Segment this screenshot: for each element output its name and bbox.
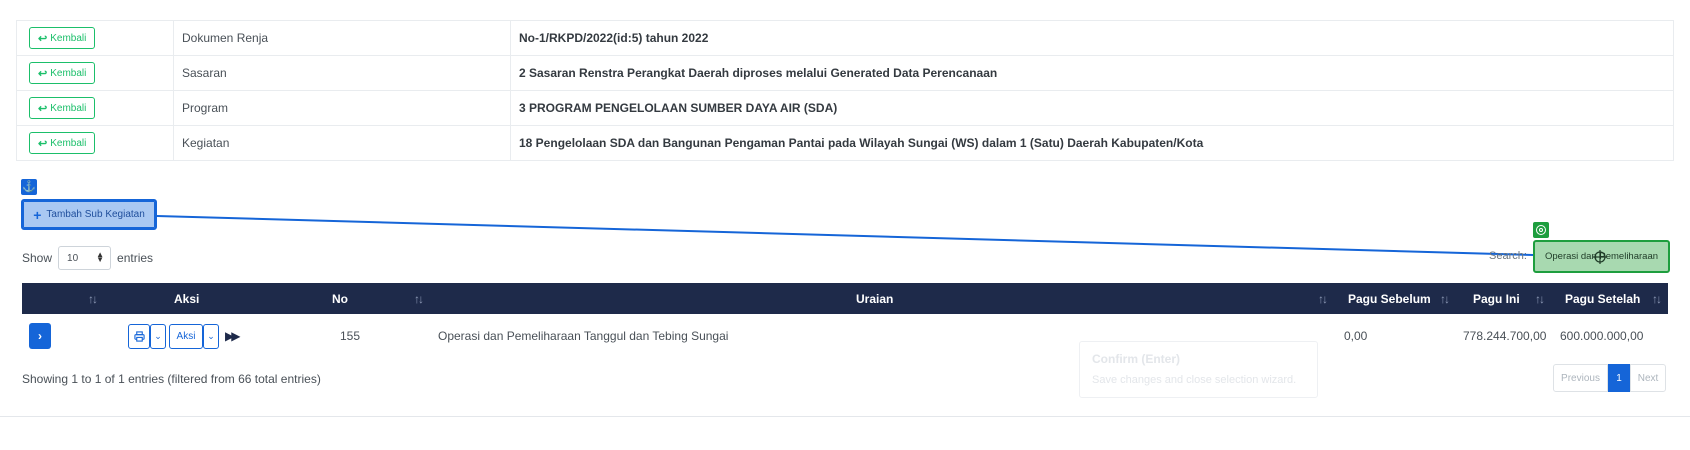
column-header-aksi: Aksi — [174, 291, 200, 306]
info-row-program: ↩ Kembali Program 3 PROGRAM PENGELOLAAN … — [16, 90, 1674, 126]
reply-arrow-icon: ↩ — [38, 32, 48, 45]
next-page-button[interactable]: Next — [1630, 364, 1666, 392]
chevron-right-icon: › — [38, 329, 42, 343]
info-label: Kegiatan — [173, 125, 511, 161]
table-row: › ⌄ Aksi ⌄ ▶▶ 155 Operasi dan Pemelihara… — [22, 318, 1668, 356]
length-suffix: entries — [117, 251, 154, 265]
kembali-button[interactable]: ↩ Kembali — [29, 97, 96, 119]
info-label: Dokumen Renja — [173, 20, 511, 56]
expand-row-button[interactable]: › — [29, 323, 51, 349]
printer-icon — [133, 330, 145, 342]
column-header-no[interactable]: No — [332, 283, 348, 314]
sort-arrows-icon[interactable]: ↑↓ — [1535, 283, 1545, 314]
length-prefix: Show — [22, 251, 53, 265]
kembali-label: Kembali — [50, 137, 87, 149]
info-row-sasaran: ↩ Kembali Sasaran 2 Sasaran Renstra Pera… — [16, 55, 1674, 91]
kembali-button[interactable]: ↩ Kembali — [29, 27, 96, 49]
info-table: ↩ Kembali Dokumen Renja No-1/RKPD/2022(i… — [16, 20, 1674, 161]
column-header-pagu-sebelum[interactable]: Pagu Sebelum — [1348, 283, 1431, 314]
print-dropdown-button[interactable]: ⌄ — [150, 323, 166, 349]
cell-uraian: Operasi dan Pemeliharaan Tanggul dan Teb… — [438, 329, 729, 343]
sort-arrows-icon[interactable]: ↑↓ — [88, 283, 98, 314]
tooltip-title: Confirm (Enter) — [1092, 352, 1180, 366]
kembali-button[interactable]: ↩ Kembali — [29, 62, 96, 84]
tambah-sub-kegiatan-button[interactable]: + Tambah Sub Kegiatan — [21, 199, 157, 230]
aksi-dropdown-button[interactable]: ⌄ — [203, 323, 219, 349]
reply-arrow-icon: ↩ — [38, 137, 48, 150]
tambah-sub-kegiatan-label: Tambah Sub Kegiatan — [46, 209, 145, 220]
anchor-icon: ⚓ — [21, 179, 37, 195]
column-header-uraian[interactable]: Uraian — [856, 283, 893, 314]
entries-per-page-select[interactable]: 10 ▲ ▼ — [58, 246, 112, 270]
column-header-pagu-setelah[interactable]: Pagu Setelah — [1565, 283, 1640, 314]
column-header-pagu-ini[interactable]: Pagu Ini — [1473, 283, 1520, 314]
cell-pagu-setelah: 600.000.000,00 — [1560, 329, 1644, 343]
info-row-kegiatan: ↩ Kembali Kegiatan 18 Pengelolaan SDA da… — [16, 125, 1674, 161]
cell-pagu-sebelum: 0,00 — [1344, 329, 1368, 343]
entries-per-page-value: 10 — [67, 252, 79, 264]
kembali-label: Kembali — [50, 67, 87, 79]
info-value: No-1/RKPD/2022(id:5) tahun 2022 — [510, 20, 1674, 56]
cell-no: 155 — [340, 329, 361, 343]
aksi-button[interactable]: Aksi — [169, 323, 203, 349]
kembali-label: Kembali — [50, 102, 87, 114]
chevron-down-icon: ⌄ — [207, 330, 215, 341]
select-arrows-icon: ▲ ▼ — [96, 250, 105, 264]
info-value: 3 PROGRAM PENGELOLAAN SUMBER DAYA AIR (S… — [510, 90, 1674, 126]
reply-arrow-icon: ↩ — [38, 67, 48, 80]
crosshair-icon — [1593, 250, 1607, 264]
tooltip-text: Save changes and close selection wizard. — [1092, 374, 1297, 386]
chevron-down-icon: ⌄ — [154, 330, 162, 341]
sort-arrows-icon[interactable]: ↑↓ — [414, 283, 424, 314]
pagination: Previous 1 Next — [1553, 364, 1666, 392]
info-label: Sasaran — [173, 55, 511, 91]
table-info: Showing 1 to 1 of 1 entries (filtered fr… — [22, 372, 321, 386]
fast-forward-icon[interactable]: ▶▶ — [225, 329, 241, 343]
kembali-label: Kembali — [50, 32, 87, 44]
sort-arrows-icon[interactable]: ↑↓ — [1652, 283, 1662, 314]
kembali-button[interactable]: ↩ Kembali — [29, 132, 96, 154]
divider — [0, 416, 1690, 417]
print-button[interactable] — [128, 323, 150, 349]
cell-pagu-ini: 778.244.700,00 — [1463, 329, 1547, 343]
table-header: ↑↓ Aksi No ↑↓ Uraian ↑↓ Pagu Sebelum ↑↓ … — [22, 283, 1668, 314]
search-label: Search: — [1489, 250, 1527, 262]
plus-icon: + — [33, 206, 42, 223]
previous-page-button[interactable]: Previous — [1553, 364, 1608, 392]
confirm-tooltip: Confirm (Enter) Save changes and close s… — [1079, 341, 1318, 398]
target-icon — [1533, 222, 1549, 238]
sort-arrows-icon[interactable]: ↑↓ — [1318, 283, 1328, 314]
length-control: Show 10 ▲ ▼ entries — [22, 246, 153, 270]
sort-arrows-icon[interactable]: ↑↓ — [1440, 283, 1450, 314]
reply-arrow-icon: ↩ — [38, 102, 48, 115]
page-1-button[interactable]: 1 — [1608, 364, 1630, 392]
info-label: Program — [173, 90, 511, 126]
info-row-dokumen: ↩ Kembali Dokumen Renja No-1/RKPD/2022(i… — [16, 20, 1674, 56]
row-actions: ⌄ Aksi ⌄ ▶▶ — [128, 323, 241, 349]
info-value: 2 Sasaran Renstra Perangkat Daerah dipro… — [510, 55, 1674, 91]
info-value: 18 Pengelolaan SDA dan Bangunan Pengaman… — [510, 125, 1674, 161]
